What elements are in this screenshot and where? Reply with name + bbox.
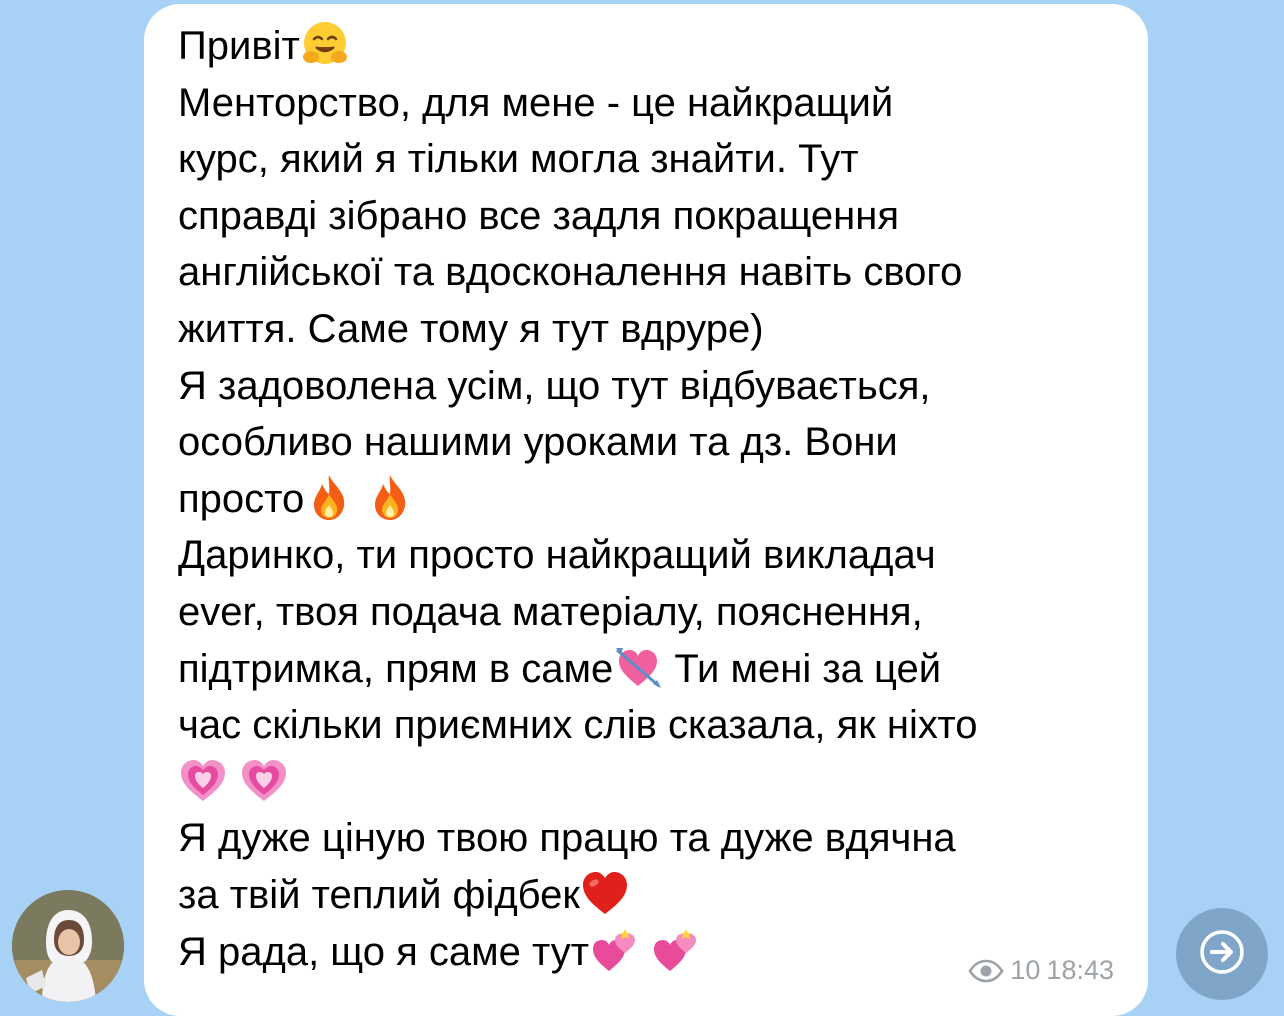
message-line: Привіт: [178, 18, 1128, 75]
avatar-photo: [12, 890, 124, 1002]
share-arrow-icon: [1198, 928, 1246, 981]
message-line: курс, який я тільки могла знайти. Тут: [178, 137, 859, 182]
heart-with-arrow-emoji-icon: [613, 642, 663, 692]
two-hearts-emoji-icon: [650, 925, 700, 975]
message-line: [178, 754, 1128, 811]
message-line: Даринко, ти просто найкращий викладач: [178, 533, 936, 578]
message-line: Менторство, для мене - це найкращий: [178, 80, 894, 125]
growing-heart-emoji-icon: [239, 755, 289, 805]
message-line: справді зібрано все задля покращення: [178, 193, 900, 238]
message-line: Я дуже ціную твою працю та дуже вдячна: [178, 816, 956, 861]
red-heart-emoji-icon: [580, 868, 630, 918]
message-meta: 10 18:43: [968, 955, 1114, 986]
sender-avatar[interactable]: [12, 890, 124, 1002]
message-line: просто: [178, 471, 1128, 528]
fire-emoji-icon: [365, 472, 415, 522]
message-text: Привіт Менторство, для мене - це найкращ…: [178, 18, 1128, 980]
views-count: 10: [1010, 955, 1041, 985]
message-line: життя. Саме тому я тут вдруре): [178, 306, 764, 351]
message-line: ever, твоя подача матеріалу, пояснення,: [178, 589, 923, 634]
eye-icon: [968, 959, 1004, 983]
growing-heart-emoji-icon: [178, 755, 228, 805]
message-line: підтримка, прям в саме Ти мені за цей: [178, 641, 1128, 698]
message-line: англійської та вдосконалення навіть свог…: [178, 250, 963, 295]
message-time: 18:43: [1046, 955, 1114, 985]
message-line: за твій теплий фідбек: [178, 867, 1128, 924]
share-button[interactable]: [1176, 908, 1268, 1000]
message-line: особливо нашими уроками та дз. Вони: [178, 420, 898, 465]
fire-emoji-icon: [304, 472, 354, 522]
message-bubble[interactable]: Привіт Менторство, для мене - це найкращ…: [144, 4, 1148, 1016]
two-hearts-emoji-icon: [589, 925, 639, 975]
message-line: Я задоволена усім, що тут відбувається,: [178, 363, 931, 408]
message-line: час скільки приємних слів сказала, як ні…: [178, 703, 978, 748]
hugging-face-emoji-icon: [300, 19, 350, 69]
